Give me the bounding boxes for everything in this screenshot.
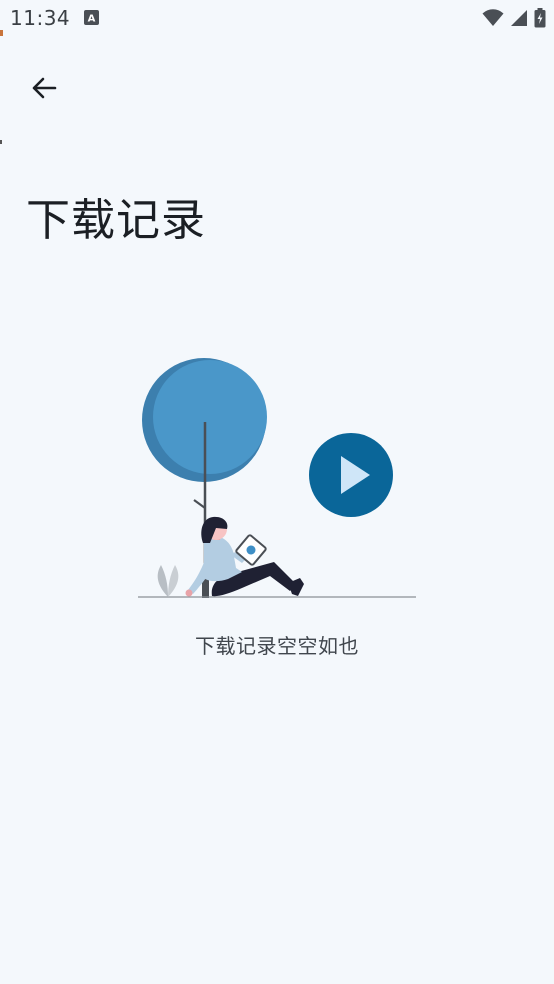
back-button[interactable]	[22, 66, 66, 110]
tree-canopy	[153, 360, 267, 474]
status-icons	[482, 8, 546, 28]
notification-a-icon: A	[84, 10, 99, 25]
plant-leaf	[157, 565, 168, 597]
status-bar: 11:34 A	[0, 0, 554, 38]
edge-mark	[0, 30, 3, 36]
edge-mark	[0, 140, 2, 144]
wifi-icon	[482, 9, 504, 26]
arrow-left-icon	[32, 77, 57, 99]
empty-state-illustration	[138, 358, 416, 598]
cellular-signal-icon	[511, 10, 527, 26]
notification-letter: A	[88, 14, 96, 25]
plant-leaf	[168, 565, 179, 597]
page-title: 下载记录	[26, 195, 206, 246]
battery-charging-icon	[534, 8, 546, 28]
empty-state-message: 下载记录空空如也	[195, 634, 359, 658]
status-time: 11:34	[10, 6, 71, 30]
